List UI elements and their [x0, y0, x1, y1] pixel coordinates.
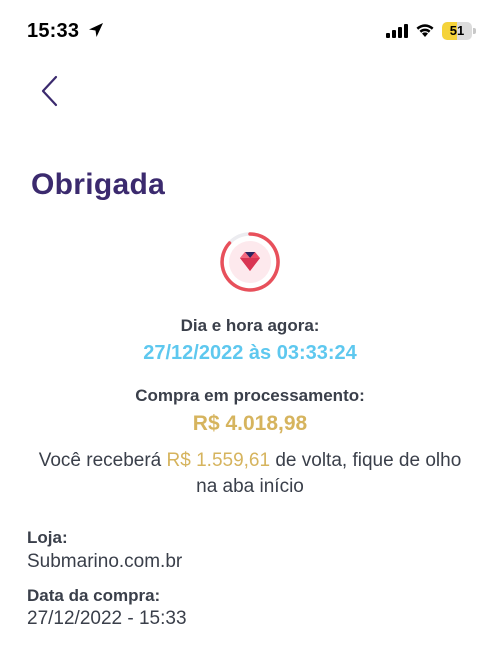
battery-level: 51 [449, 23, 465, 38]
signal-bars-icon [386, 24, 408, 38]
status-bar: 15:33 51 [0, 0, 500, 62]
wifi-icon [416, 24, 434, 37]
battery-icon: 51 [442, 22, 476, 40]
page-title: Obrigada [31, 168, 166, 201]
purchase-date-value: 27/12/2022 - 15:33 [27, 608, 187, 629]
back-button[interactable] [36, 70, 68, 112]
datetime-value: 27/12/2022 às 03:33:24 [143, 342, 357, 364]
gem-progress-icon [220, 232, 280, 292]
cashback-prefix: Você receberá [38, 450, 167, 471]
location-arrow-icon [89, 23, 103, 37]
purchase-amount: R$ 4.018,98 [192, 412, 308, 435]
status-time: 15:33 [27, 20, 80, 42]
cashback-amount: R$ 1.559,61 [166, 450, 271, 471]
purchase-status-label: Compra em processamento: [135, 386, 365, 405]
cashback-message: Você receberá R$ 1.559,61 de volta, fiqu… [0, 448, 500, 500]
store-label: Loja: [27, 528, 68, 547]
chevron-left-icon [41, 75, 58, 107]
store-value: Submarino.com.br [27, 551, 183, 572]
datetime-label: Dia e hora agora: [180, 316, 320, 335]
purchase-date-label: Data da compra: [27, 586, 161, 605]
